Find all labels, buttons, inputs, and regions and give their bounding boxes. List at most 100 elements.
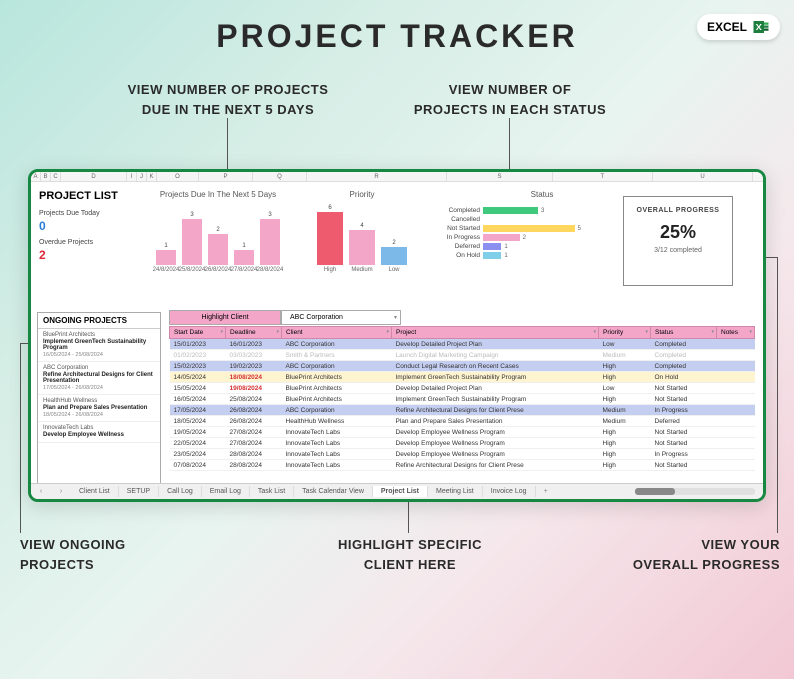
table-header[interactable]: Status (651, 327, 717, 339)
annotation-bottom-right: VIEW YOUR OVERALL PROGRESS (620, 535, 780, 574)
chart-bar: 4Medium (349, 223, 375, 273)
chart-bar: 2Low (381, 240, 407, 273)
ongoing-project-item[interactable]: HealthHub WellnessPlan and Prepare Sales… (38, 395, 160, 422)
table-row[interactable]: 18/05/202426/08/2024HealthHub WellnessPl… (170, 416, 755, 427)
column-header[interactable]: P (199, 172, 253, 181)
table-row[interactable]: 22/05/202427/08/2024InnovateTech LabsDev… (170, 438, 755, 449)
chart-due-5days: Projects Due In The Next 5 Days 124/8/20… (139, 188, 297, 306)
table-row[interactable]: 16/05/202425/08/2024BluePrint Architects… (170, 394, 755, 405)
ongoing-projects-panel: ONGOING PROJECTS BluePrint ArchitectsImp… (37, 312, 161, 485)
table-row[interactable]: 17/05/202426/08/2024ABC CorporationRefin… (170, 405, 755, 416)
annotation-bottom-center: HIGHLIGHT SPECIFIC CLIENT HERE (310, 535, 510, 574)
chart-title: Projects Due In The Next 5 Days (145, 190, 291, 199)
callout-line (765, 257, 777, 258)
overall-progress-panel: OVERALL PROGRESS 25% 3/12 completed (623, 196, 733, 286)
table-header[interactable]: Deadline (226, 327, 282, 339)
excel-badge-label: EXCEL (707, 20, 747, 34)
column-header[interactable]: C (51, 172, 61, 181)
column-header[interactable]: O (157, 172, 199, 181)
column-header[interactable]: I (127, 172, 137, 181)
table-row[interactable]: 15/01/202316/01/2023ABC CorporationDevel… (170, 339, 755, 350)
excel-icon (752, 18, 770, 36)
tab-nav-next[interactable]: › (51, 488, 71, 495)
sheet-tab[interactable]: Email Log (202, 486, 250, 497)
sheet-tab[interactable]: Task List (250, 486, 294, 497)
overdue-label: Overdue Projects (39, 239, 139, 246)
spreadsheet-window: ABCDIJKOPQRSTU PROJECT LIST Projects Due… (28, 169, 766, 502)
table-header[interactable]: Client (282, 327, 392, 339)
due-today-value: 0 (39, 219, 139, 233)
status-bar-row: Cancelled (433, 216, 611, 223)
annotation-bottom-left: VIEW ONGOING PROJECTS (20, 535, 160, 574)
column-header[interactable]: K (147, 172, 157, 181)
due-today-label: Projects Due Today (39, 210, 139, 217)
table-row[interactable]: 07/08/202428/08/2024InnovateTech LabsRef… (170, 460, 755, 471)
horizontal-scrollbar[interactable] (556, 488, 763, 495)
excel-badge: EXCEL (697, 14, 780, 40)
column-header[interactable]: D (61, 172, 127, 181)
chart-bar: 226/8/2024 (208, 227, 228, 273)
column-header[interactable]: T (553, 172, 653, 181)
column-header[interactable]: U (653, 172, 753, 181)
progress-percent: 25% (630, 222, 726, 243)
ongoing-title: ONGOING PROJECTS (38, 313, 160, 329)
add-sheet-button[interactable]: + (536, 486, 556, 497)
stats-panel: PROJECT LIST Projects Due Today 0 Overdu… (39, 188, 139, 306)
table-header[interactable]: Start Date (170, 327, 226, 339)
project-list-title: PROJECT LIST (39, 190, 139, 202)
sheet-tab[interactable]: Client List (71, 486, 119, 497)
progress-title: OVERALL PROGRESS (630, 207, 726, 214)
chart-title: Status (473, 190, 611, 199)
sheet-tabs: ‹ › Client ListSETUPCall LogEmail LogTas… (31, 483, 763, 499)
table-row[interactable]: 23/05/202428/08/2024InnovateTech LabsDev… (170, 449, 755, 460)
sheet-tab[interactable]: Call Log (159, 486, 202, 497)
column-header[interactable]: S (447, 172, 553, 181)
highlight-client-select[interactable]: ABC Corporation (281, 310, 401, 325)
overdue-value: 2 (39, 248, 139, 262)
status-bar-row: Completed3 (433, 207, 611, 214)
callout-line (777, 257, 778, 533)
table-header[interactable]: Project (392, 327, 599, 339)
callout-line (20, 343, 21, 533)
project-table-area: Highlight Client ABC Corporation Start D… (169, 310, 755, 485)
chart-bar: 124/8/2024 (156, 243, 176, 274)
ongoing-project-item[interactable]: BluePrint ArchitectsImplement GreenTech … (38, 329, 160, 362)
table-row[interactable]: 14/05/202418/08/2024BluePrint Architects… (170, 372, 755, 383)
page-title: PROJECT TRACKER (0, 0, 794, 63)
chart-bar: 6High (317, 205, 343, 273)
sheet-tab[interactable]: SETUP (119, 486, 159, 497)
table-row[interactable]: 19/05/202427/08/2024InnovateTech LabsDev… (170, 427, 755, 438)
table-row[interactable]: 15/05/202419/08/2024BluePrint Architects… (170, 383, 755, 394)
sheet-tab[interactable]: Project List (373, 486, 428, 497)
ongoing-project-item[interactable]: InnovateTech LabsDevelop Employee Wellne… (38, 422, 160, 443)
chart-bar: 328/8/2024 (260, 212, 280, 274)
column-header[interactable]: R (307, 172, 447, 181)
column-header[interactable]: B (41, 172, 51, 181)
table-header[interactable]: Priority (599, 327, 651, 339)
table-header[interactable]: Notes (717, 327, 755, 339)
annotation-top-right: VIEW NUMBER OF PROJECTS IN EACH STATUS (400, 80, 620, 119)
column-header[interactable]: Q (253, 172, 307, 181)
column-header[interactable]: A (31, 172, 41, 181)
status-bar-row: Deferred1 (433, 243, 611, 250)
status-bar-row: On Hold1 (433, 252, 611, 259)
status-bar-row: Not Started5 (433, 225, 611, 232)
ongoing-project-item[interactable]: ABC CorporationRefine Architectural Desi… (38, 362, 160, 395)
tab-nav-prev[interactable]: ‹ (31, 488, 51, 495)
sheet-tab[interactable]: Meeting List (428, 486, 483, 497)
annotation-top-left: VIEW NUMBER OF PROJECTS DUE IN THE NEXT … (118, 80, 338, 119)
chart-status: Status Completed3 Cancelled Not Started5 In… (427, 188, 617, 306)
sheet-tab[interactable]: Invoice Log (483, 486, 536, 497)
table-row[interactable]: 15/02/202319/02/2023ABC CorporationCondu… (170, 361, 755, 372)
column-header[interactable]: J (137, 172, 147, 181)
chart-priority: Priority 6High4Medium2Low (297, 188, 427, 306)
project-table: Start DateDeadlineClientProjectPriorityS… (169, 326, 755, 471)
chart-bar: 325/8/2024 (182, 212, 202, 274)
table-row[interactable]: 01/02/202303/03/2023Smith & PartnersLaun… (170, 350, 755, 361)
column-headers: ABCDIJKOPQRSTU (31, 172, 763, 182)
status-bar-row: In Progress2 (433, 234, 611, 241)
sheet-tab[interactable]: Task Calendar View (294, 486, 373, 497)
chart-bar: 127/8/2024 (234, 243, 254, 274)
highlight-client-button[interactable]: Highlight Client (169, 310, 281, 325)
chart-title: Priority (303, 190, 421, 199)
